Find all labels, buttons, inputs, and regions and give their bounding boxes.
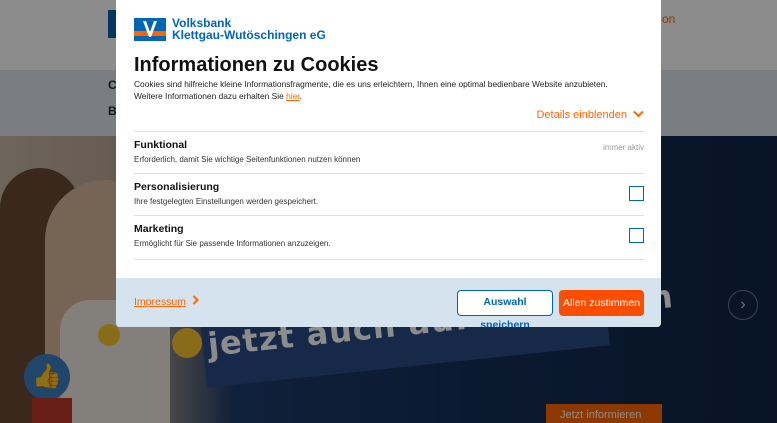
bank-name: Volksbank Klettgau-Wutöschingen eG <box>172 17 326 41</box>
privacy-link[interactable]: hier <box>286 91 300 101</box>
cookie-category-functional: Funktional Erforderlich, damit Sie wicht… <box>134 131 644 173</box>
cookie-category-marketing: Marketing Ermöglicht für Sie passende In… <box>134 215 644 257</box>
marketing-checkbox[interactable] <box>629 228 644 243</box>
category-description: Erforderlich, damit Sie wichtige Seitenf… <box>134 155 361 164</box>
cookie-consent-dialog: Volksbank Klettgau-Wutöschingen eG Infor… <box>116 0 661 327</box>
cookie-category-personalization: Personalisierung Ihre festgelegten Einst… <box>134 173 644 215</box>
bank-logo-icon <box>134 18 166 41</box>
category-title: Funktional <box>134 139 188 151</box>
accept-all-button[interactable]: Allen zustimmen <box>559 290 644 316</box>
details-label: Details einblenden <box>536 109 627 121</box>
category-description: Ermöglicht für Sie passende Informatione… <box>134 239 331 248</box>
chevron-right-icon <box>192 295 199 308</box>
details-toggle[interactable]: Details einblenden <box>536 109 644 121</box>
intro-end: . <box>299 90 302 101</box>
dialog-title: Informationen zu Cookies <box>134 54 379 76</box>
category-title: Personalisierung <box>134 181 220 193</box>
divider <box>134 259 644 260</box>
impressum-label: Impressum <box>134 296 186 308</box>
bank-name-line2: Klettgau-Wutöschingen eG <box>172 28 326 42</box>
dialog-footer: Impressum Auswahl speichern Allen zustim… <box>116 278 661 327</box>
category-title: Marketing <box>134 223 184 235</box>
save-selection-button[interactable]: Auswahl speichern <box>457 290 553 327</box>
chevron-down-icon <box>633 109 644 121</box>
personalization-checkbox[interactable] <box>629 186 644 201</box>
dialog-intro: Cookies sind hilfreiche kleine Informati… <box>134 79 634 102</box>
impressum-link[interactable]: Impressum <box>134 295 199 308</box>
bank-logo: Volksbank Klettgau-Wutöschingen eG <box>134 15 434 45</box>
category-description: Ihre festgelegten Einstellungen werden g… <box>134 197 319 206</box>
intro-text: Cookies sind hilfreiche kleine Informati… <box>134 79 608 101</box>
always-active-label: immer aktiv <box>603 143 644 152</box>
